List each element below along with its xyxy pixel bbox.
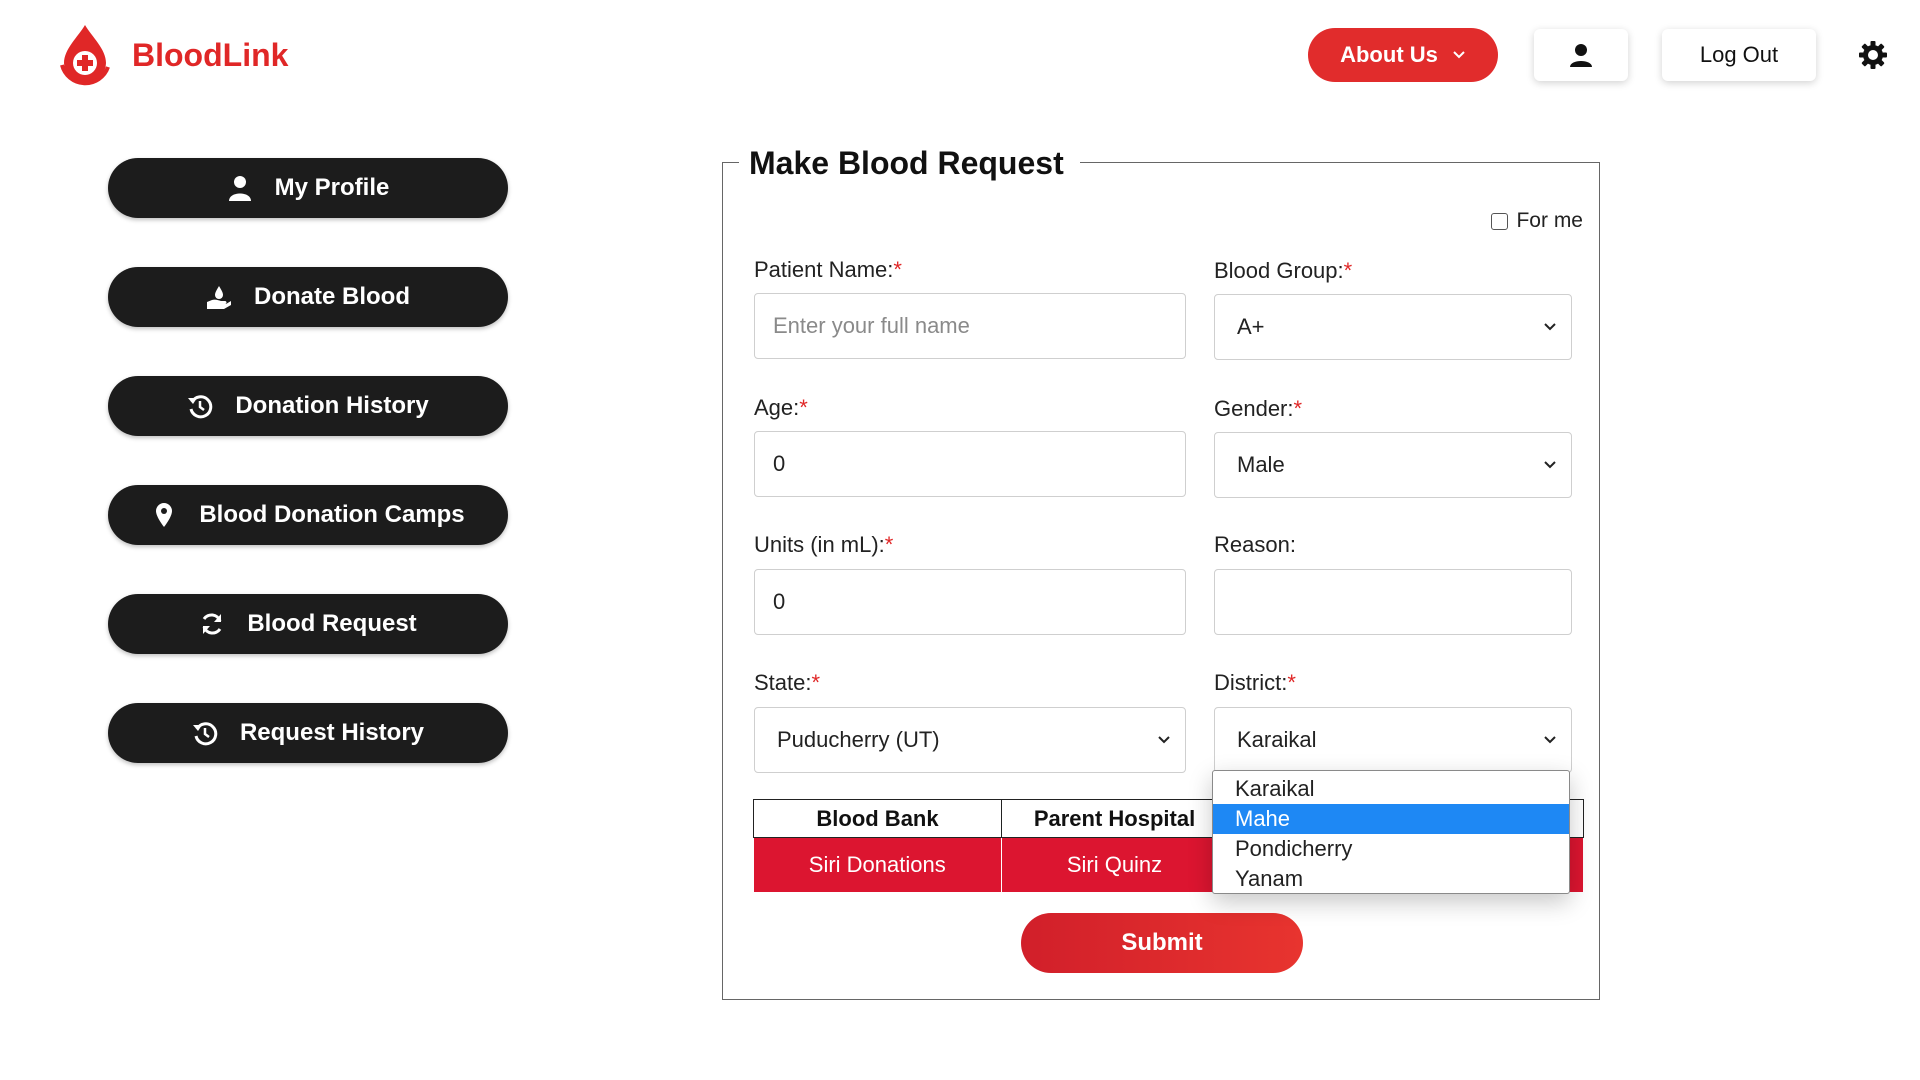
blood-group-value: A+	[1237, 314, 1265, 339]
gender-select[interactable]: Male	[1214, 432, 1572, 498]
chevron-down-icon	[1544, 323, 1556, 331]
sidebar-item-blood-donation-camps[interactable]: Blood Donation Camps	[108, 485, 508, 545]
age-input[interactable]: 0	[754, 431, 1186, 497]
reason-label: Reason:	[1214, 532, 1296, 557]
dropdown-option-karaikal[interactable]: Karaikal	[1213, 774, 1569, 804]
chevron-down-icon	[1158, 736, 1170, 744]
sidebar-item-label: Donation History	[235, 392, 429, 419]
state-value: Puducherry (UT)	[777, 727, 940, 752]
logout-button[interactable]: Log Out	[1662, 29, 1816, 81]
user-icon	[228, 176, 251, 201]
sidebar-item-my-profile[interactable]: My Profile	[108, 158, 508, 218]
age-label: Age:*	[754, 395, 808, 420]
units-label: Units (in mL):*	[754, 532, 894, 557]
blood-group-select[interactable]: A+	[1214, 294, 1572, 360]
dropdown-option-yanam[interactable]: Yanam	[1213, 864, 1569, 894]
blood-drop-logo-icon	[60, 25, 110, 86]
location-pin-icon	[156, 503, 173, 527]
sidebar-item-label: Blood Request	[247, 610, 417, 637]
about-us-button[interactable]: About Us	[1308, 28, 1498, 82]
units-value: 0	[773, 589, 786, 614]
user-icon	[1570, 44, 1592, 67]
table-cell[interactable]: Siri Quinz	[1001, 837, 1228, 892]
patient-name-label: Patient Name:*	[754, 257, 902, 282]
chevron-down-icon	[1544, 461, 1556, 469]
sidebar-item-label: Request History	[239, 719, 425, 746]
top-navbar: BloodLink About Us Log Out	[0, 0, 1920, 110]
brand-name: BloodLink	[132, 36, 289, 73]
sidebar-item-label: My Profile	[274, 174, 390, 201]
profile-button[interactable]	[1534, 29, 1628, 81]
sidebar-item-donation-history[interactable]: Donation History	[108, 376, 508, 436]
blood-group-label: Blood Group:*	[1214, 258, 1353, 283]
district-label: District:*	[1214, 670, 1296, 695]
sidebar-item-label: Donate Blood	[254, 283, 410, 310]
chevron-down-icon	[1453, 51, 1465, 59]
for-me-checkbox-group[interactable]: For me	[1491, 209, 1583, 233]
sidebar-item-label: Blood Donation Camps	[199, 501, 465, 528]
about-us-label: About Us	[1340, 42, 1438, 67]
sidebar-item-donate-blood[interactable]: Donate Blood	[108, 267, 508, 327]
units-input[interactable]: 0	[754, 569, 1186, 635]
district-value: Karaikal	[1237, 727, 1317, 752]
for-me-checkbox[interactable]	[1491, 212, 1509, 230]
dropdown-option-mahe[interactable]: Mahe	[1213, 804, 1569, 834]
refresh-icon	[202, 613, 222, 635]
sidebar-item-request-history[interactable]: Request History	[108, 703, 508, 763]
column-header: Parent Hospital	[1001, 799, 1228, 838]
state-select[interactable]: Puducherry (UT)	[754, 707, 1186, 773]
brand[interactable]: BloodLink	[56, 20, 288, 90]
district-select[interactable]: Karaikal	[1214, 707, 1572, 773]
state-label: State:*	[754, 670, 821, 695]
gender-label: Gender:*	[1214, 396, 1303, 421]
donate-hand-icon	[207, 286, 231, 309]
reason-input[interactable]	[1214, 569, 1572, 635]
history-icon	[192, 722, 218, 746]
table-cell[interactable]: Siri Donations	[753, 837, 1002, 892]
for-me-label: For me	[1516, 209, 1583, 232]
chevron-down-icon	[1544, 736, 1556, 744]
form-title: Make Blood Request	[739, 141, 1080, 185]
gender-value: Male	[1237, 452, 1285, 477]
gear-icon[interactable]	[1858, 40, 1888, 70]
column-header: Blood Bank	[753, 799, 1002, 838]
submit-button[interactable]: Submit	[1021, 913, 1303, 973]
history-icon	[188, 395, 213, 419]
sidebar-item-blood-request[interactable]: Blood Request	[108, 594, 508, 654]
dropdown-option-pondicherry[interactable]: Pondicherry	[1213, 834, 1569, 864]
patient-name-input[interactable]: Enter your full name	[754, 293, 1186, 359]
patient-name-placeholder: Enter your full name	[773, 313, 970, 338]
district-dropdown-list: Karaikal Mahe Pondicherry Yanam	[1212, 770, 1570, 894]
age-value: 0	[773, 451, 786, 476]
